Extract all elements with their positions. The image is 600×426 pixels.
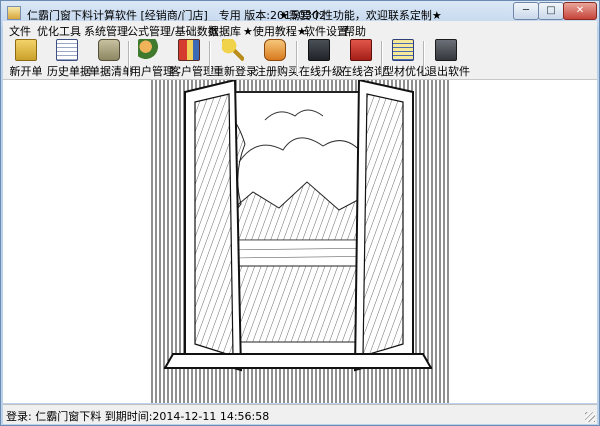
address-book-icon (178, 39, 200, 61)
toolbar-label: 单据清单 (89, 65, 133, 78)
new-order-button[interactable]: 新开单 (9, 37, 43, 78)
app-window: 仁霸门窗下料计算软件 [经销商/门店]__专用 版本:20150302 ★需要个… (0, 0, 600, 426)
main-canvas (3, 78, 597, 403)
order-list-button[interactable]: 单据清单 (89, 37, 133, 78)
toolbar-label: 用户管理 (130, 65, 174, 78)
toolbar-label: 重新登录 (213, 65, 257, 78)
toolbar-label: 新开单 (9, 65, 43, 78)
toolbar: 新开单 历史单据 单据清单 用户管理 客户管理 重新登录 注册购买 在线升级 在… (3, 37, 597, 80)
chat-icon (350, 39, 372, 61)
register-buy-button[interactable]: 注册购买 (255, 37, 299, 78)
window-illustration (149, 78, 449, 403)
toolbar-label: 历史单据 (47, 65, 91, 78)
users-icon (138, 39, 160, 61)
notebook-icon (56, 39, 78, 61)
close-button[interactable]: ✕ (563, 2, 597, 20)
register-icon (264, 39, 286, 61)
profile-optimize-button[interactable]: 型材优化 (383, 37, 427, 78)
online-update-button[interactable]: 在线升级 (299, 37, 343, 78)
toolbar-label: 客户管理 (170, 65, 214, 78)
exit-button[interactable]: 退出软件 (426, 37, 470, 78)
toolbar-label: 型材优化 (383, 65, 427, 78)
update-icon (308, 39, 330, 61)
online-consult-button[interactable]: 在线咨询 (341, 37, 385, 78)
status-bar: 登录: 仁霸门窗下料 到期时间:2014-12-11 14:56:58 (3, 404, 597, 424)
toolbar-separator (423, 41, 425, 75)
clipboard-icon (15, 39, 37, 61)
toolbar-separator (209, 41, 211, 75)
resize-grip-icon[interactable] (585, 412, 595, 422)
toolbar-label: 退出软件 (426, 65, 470, 78)
toolbar-separator (296, 41, 298, 75)
exit-icon (435, 39, 457, 61)
profile-icon (392, 39, 414, 61)
maximize-button[interactable]: □ (538, 2, 564, 20)
minimize-button[interactable]: ─ (513, 2, 539, 20)
history-orders-button[interactable]: 历史单据 (47, 37, 91, 78)
keys-icon (222, 39, 244, 61)
toolbar-label: 在线升级 (299, 65, 343, 78)
relogin-button[interactable]: 重新登录 (213, 37, 257, 78)
customer-manage-button[interactable]: 客户管理 (170, 37, 214, 78)
app-icon (7, 6, 21, 20)
login-status: 登录: 仁霸门窗下料 到期时间:2014-12-11 14:56:58 (6, 410, 270, 423)
user-manage-button[interactable]: 用户管理 (130, 37, 174, 78)
menu-bar: 文件 优化工具 系统管理 公式管理/基础数据 数据库 ★使用教程★ 软件设置 帮… (3, 21, 597, 38)
briefcase-icon (98, 39, 120, 61)
toolbar-label: 在线咨询 (341, 65, 385, 78)
toolbar-label: 注册购买 (255, 65, 299, 78)
